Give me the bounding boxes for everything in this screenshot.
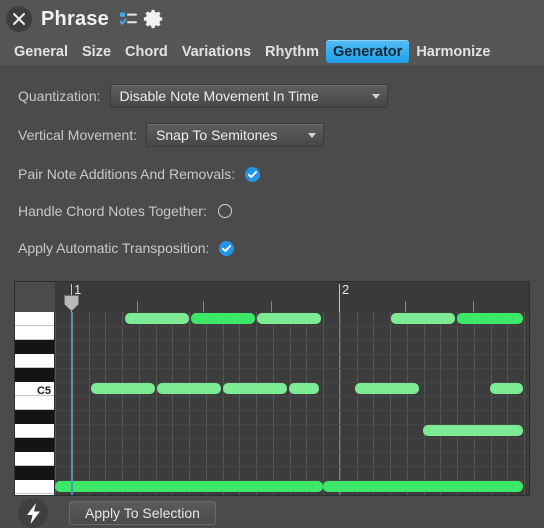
row-line xyxy=(55,354,529,355)
row-line xyxy=(55,466,529,467)
bar-number: 1 xyxy=(74,282,82,297)
playhead-handle[interactable] xyxy=(64,295,79,311)
row-line xyxy=(55,438,529,439)
note-block[interactable] xyxy=(423,425,523,436)
close-icon xyxy=(13,13,25,25)
piano-key[interactable] xyxy=(15,480,54,494)
note-block[interactable] xyxy=(191,313,255,324)
piano-keyboard[interactable]: C5 xyxy=(15,312,55,495)
vertical-movement-row: Vertical Movement: Snap To Semitones xyxy=(18,123,325,147)
note-block[interactable] xyxy=(157,383,221,394)
piano-key[interactable] xyxy=(15,410,54,424)
piano-key[interactable] xyxy=(15,466,54,480)
piano-key[interactable] xyxy=(15,438,54,452)
tab-generator[interactable]: Generator xyxy=(326,40,410,63)
sub-tick xyxy=(203,301,204,312)
note-block[interactable] xyxy=(289,383,319,394)
checklist-button[interactable] xyxy=(119,11,139,28)
piano-key[interactable] xyxy=(15,396,54,410)
apply-transposition-checkbox[interactable] xyxy=(219,240,235,256)
note-block[interactable] xyxy=(91,383,155,394)
apply-transposition-label: Apply Automatic Transposition: xyxy=(18,240,210,256)
row-line xyxy=(55,326,529,327)
piano-key[interactable] xyxy=(15,354,54,368)
row-line xyxy=(55,368,529,369)
settings-button[interactable] xyxy=(143,8,165,30)
note-grid[interactable] xyxy=(55,312,529,495)
piano-key[interactable] xyxy=(15,452,54,466)
piano-roll[interactable]: 12 C5 xyxy=(14,281,530,496)
apply-transposition-row: Apply Automatic Transposition: xyxy=(18,236,235,260)
pair-note-checkbox[interactable] xyxy=(245,166,261,182)
note-block[interactable] xyxy=(223,383,287,394)
chevron-down-icon xyxy=(308,132,317,138)
note-block[interactable] xyxy=(457,313,523,324)
handle-chord-checkbox[interactable] xyxy=(217,204,232,218)
sub-tick xyxy=(137,301,138,312)
note-block[interactable] xyxy=(490,383,523,394)
lightning-bolt-icon xyxy=(26,502,40,524)
sub-tick xyxy=(473,301,474,312)
tab-chord[interactable]: Chord xyxy=(118,38,175,65)
tab-general[interactable]: General xyxy=(7,38,75,65)
quantization-value: Disable Note Movement In Time xyxy=(119,88,319,104)
pair-note-label: Pair Note Additions And Removals: xyxy=(18,166,236,182)
key-label: C5 xyxy=(36,385,51,397)
title-bar: Phrase xyxy=(0,0,544,38)
bar-number: 2 xyxy=(342,282,350,297)
piano-key[interactable] xyxy=(15,340,54,354)
quantization-dropdown[interactable]: Disable Note Movement In Time xyxy=(109,84,388,108)
ruler-corner xyxy=(15,282,55,312)
tab-harmonize[interactable]: Harmonize xyxy=(409,38,497,65)
sub-tick xyxy=(271,301,272,312)
checklist-icon xyxy=(119,12,137,25)
piano-key[interactable] xyxy=(15,312,54,326)
timeline-ruler[interactable]: 12 xyxy=(15,282,529,313)
quantization-label: Quantization: xyxy=(18,88,101,104)
vertical-movement-label: Vertical Movement: xyxy=(18,127,138,143)
piano-key[interactable] xyxy=(15,424,54,438)
handle-chord-label: Handle Chord Notes Together: xyxy=(18,203,207,219)
playhead-line xyxy=(71,312,73,495)
tab-rhythm[interactable]: Rhythm xyxy=(258,38,326,65)
sub-tick xyxy=(405,301,406,312)
tab-bar: General Size Chord Variations Rhythm Gen… xyxy=(0,38,544,65)
note-block[interactable] xyxy=(257,313,321,324)
apply-to-selection-button[interactable]: Apply To Selection xyxy=(69,501,216,525)
window-title: Phrase xyxy=(41,7,109,30)
tab-size[interactable]: Size xyxy=(75,38,118,65)
note-block[interactable] xyxy=(355,383,419,394)
close-button[interactable] xyxy=(6,6,32,32)
note-block[interactable] xyxy=(55,481,323,492)
pair-note-row: Pair Note Additions And Removals: xyxy=(18,162,261,186)
row-line xyxy=(55,396,529,397)
gear-icon xyxy=(143,9,163,29)
chevron-down-icon xyxy=(371,93,380,99)
quantization-row: Quantization: Disable Note Movement In T… xyxy=(18,84,388,108)
piano-key[interactable] xyxy=(15,326,54,340)
note-block[interactable] xyxy=(391,313,455,324)
row-line xyxy=(55,452,529,453)
tab-variations[interactable]: Variations xyxy=(175,38,258,65)
vertical-movement-dropdown[interactable]: Snap To Semitones xyxy=(146,123,325,147)
generate-button[interactable] xyxy=(18,498,48,528)
note-block[interactable] xyxy=(323,481,523,492)
bottom-bar: Apply To Selection xyxy=(0,498,544,528)
handle-chord-row: Handle Chord Notes Together: xyxy=(18,199,232,223)
note-block[interactable] xyxy=(125,313,189,324)
row-line xyxy=(55,410,529,411)
vertical-movement-value: Snap To Semitones xyxy=(156,127,278,143)
phrase-window: Phrase General Size Chord Variations Rhy… xyxy=(0,0,544,528)
piano-key[interactable] xyxy=(15,368,54,382)
row-line xyxy=(55,340,529,341)
check-icon xyxy=(248,170,258,178)
check-icon xyxy=(222,244,232,252)
bar-tick xyxy=(339,284,340,312)
